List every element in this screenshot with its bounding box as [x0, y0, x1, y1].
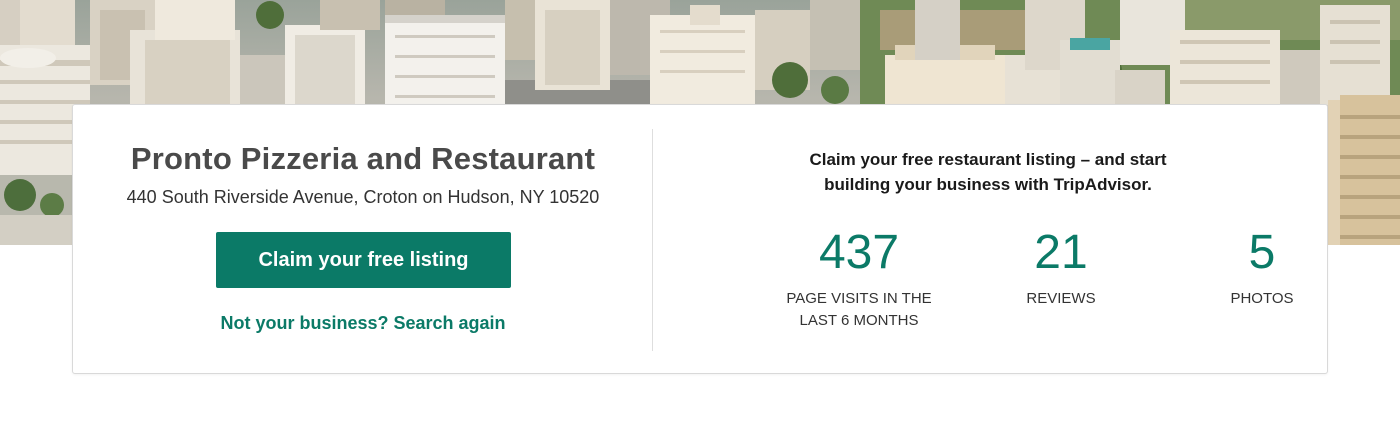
claim-listing-button[interactable]: Claim your free listing [216, 232, 511, 288]
business-address: 440 South Riverside Avenue, Croton on Hu… [126, 187, 600, 207]
stat-value: 437 [818, 226, 900, 279]
stat-value: 21 [1034, 226, 1088, 279]
pitch-line-1: Claim your free restaurant listing – and… [809, 150, 1167, 169]
stat-label: PAGE VISITS IN THE LAST 6 MONTHS [759, 288, 959, 332]
stat-page-visits: 437 PAGE VISITS IN THE LAST 6 MONTHS [759, 225, 959, 332]
stat-value: 5 [1248, 226, 1276, 279]
business-info-panel: Pronto Pizzeria and Restaurant 440 South… [73, 105, 653, 373]
business-name: Pronto Pizzeria and Restaurant [130, 141, 596, 176]
stats-panel: Claim your free restaurant listing – and… [653, 105, 1329, 373]
stat-photos: 5 PHOTOS [1162, 225, 1362, 310]
stat-label: PHOTOS [1230, 290, 1294, 307]
pitch-line-2: building your business with TripAdvisor. [824, 175, 1152, 194]
stat-reviews: 21 REVIEWS [961, 225, 1161, 310]
stat-label-line-1: PAGE VISITS IN THE [786, 290, 932, 307]
claim-pitch-text: Claim your free restaurant listing – and… [763, 147, 1213, 197]
claim-listing-card: Pronto Pizzeria and Restaurant 440 South… [72, 104, 1328, 374]
search-again-link[interactable]: Not your business? Search again [73, 313, 653, 334]
stat-label: REVIEWS [1026, 290, 1096, 307]
stat-label-line-2: LAST 6 MONTHS [799, 312, 919, 329]
